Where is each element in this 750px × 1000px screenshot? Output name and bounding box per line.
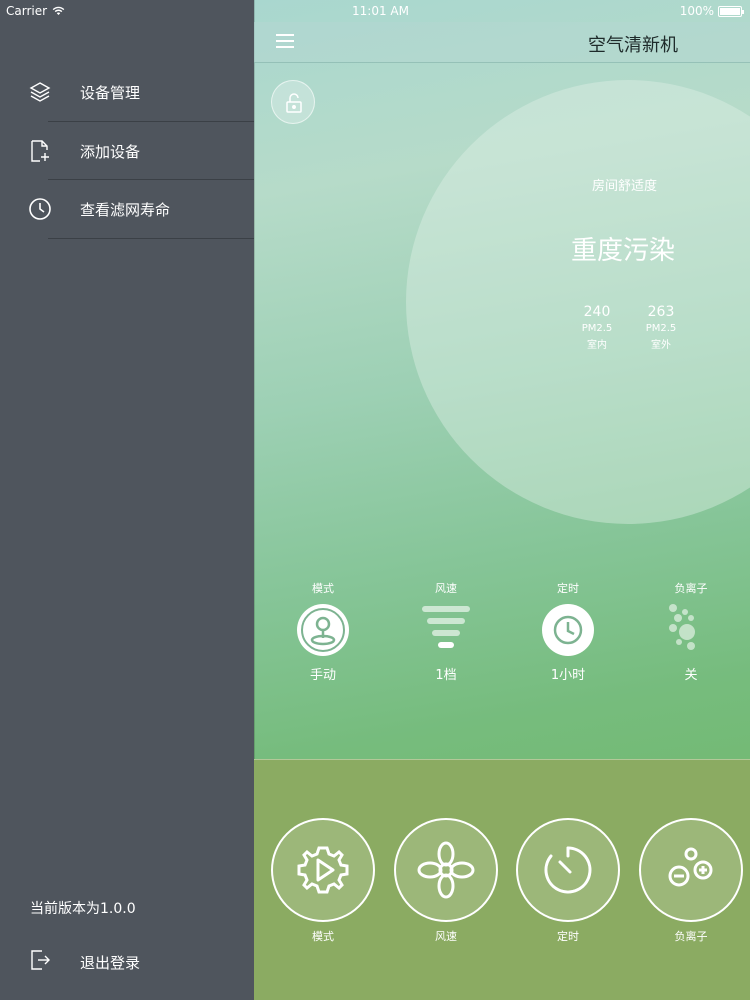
battery-icon [718, 5, 744, 17]
timer-status: 定时 1小时 [518, 580, 618, 683]
logout-label: 退出登录 [80, 954, 141, 972]
anion-value: 关 [684, 668, 698, 683]
add-file-icon [28, 139, 52, 163]
indoor-unit: PM2.5 [581, 323, 613, 334]
unlock-icon [286, 93, 302, 113]
page-title: 空气清新机 [588, 35, 678, 56]
pollution-level: 重度污染 [571, 236, 676, 266]
joystick-icon [297, 604, 349, 656]
indoor-reading: 240 PM2.5 室内 [567, 304, 627, 351]
timer-icon [544, 846, 592, 894]
anion-title: 负离子 [674, 582, 708, 595]
layers-icon [28, 80, 52, 104]
menu-divider [48, 238, 254, 239]
control-area: 模式 风速 定时 负离子 [254, 759, 750, 1000]
sidebar-item-device-management[interactable]: 设备管理 [0, 63, 254, 121]
sidebar-item-add-device[interactable]: 添加设备 [0, 122, 254, 180]
mode-title: 模式 [312, 582, 334, 595]
status-bar: Carrier 11:01 AM 100% [0, 0, 750, 22]
comfort-label: 房间舒适度 [592, 179, 658, 194]
sidebar-item-label: 添加设备 [80, 142, 141, 161]
indoor-value: 240 [583, 304, 611, 320]
anion-button[interactable] [639, 818, 743, 922]
clock-time: 11:01 AM [352, 4, 409, 18]
bubbles-icon [669, 604, 695, 650]
outdoor-value: 263 [647, 304, 675, 320]
mode-value: 手动 [309, 668, 336, 683]
battery-percent: 100% [679, 4, 714, 18]
timer-button-label: 定时 [557, 930, 579, 943]
timer-button[interactable] [516, 818, 620, 922]
gear-play-icon [297, 846, 349, 894]
speed-button[interactable] [394, 818, 498, 922]
version-text: 当前版本为1.0.0 [30, 901, 136, 917]
outdoor-location: 室外 [651, 340, 671, 351]
speed-button-label: 风速 [435, 930, 457, 943]
mode-button-label: 模式 [312, 930, 334, 943]
outdoor-unit: PM2.5 [645, 323, 677, 334]
logout-icon [28, 948, 52, 972]
indoor-location: 室内 [587, 340, 607, 351]
mode-button[interactable] [271, 818, 375, 922]
navigation-bar: 空气清新机 [254, 22, 750, 63]
sidebar-item-label: 查看滤网寿命 [80, 200, 171, 219]
main-panel: 空气清新机 房间舒适度 重度污染 240 PM2.5 室内 263 PM2.5 … [254, 0, 750, 1000]
sidebar: 设备管理 添加设备 查看滤网寿命 当前版本为1.0.0 退出登录 [0, 0, 254, 1000]
mode-status: 模式 手动 [273, 580, 373, 683]
comfort-circle [406, 80, 750, 524]
sidebar-item-filter-life[interactable]: 查看滤网寿命 [0, 180, 254, 238]
timer-title: 定时 [557, 582, 579, 595]
clock-icon [28, 197, 52, 221]
outdoor-reading: 263 PM2.5 室外 [631, 304, 691, 351]
anion-status: 负离子 关 [641, 580, 741, 683]
wifi-icon [52, 6, 65, 15]
wind-levels-icon [422, 606, 470, 648]
fan-icon [417, 841, 475, 899]
sidebar-item-label: 设备管理 [80, 83, 141, 102]
clock-icon [542, 604, 594, 656]
ions-icon [668, 847, 713, 887]
speed-title: 风速 [435, 582, 457, 595]
logout-button[interactable]: 退出登录 [0, 940, 254, 984]
speed-status: 风速 1档 [396, 580, 496, 683]
speed-value: 1档 [435, 668, 457, 683]
anion-button-label: 负离子 [674, 930, 708, 943]
lock-button[interactable] [271, 80, 315, 124]
carrier-text: Carrier [6, 4, 48, 18]
timer-value: 1小时 [550, 668, 586, 683]
